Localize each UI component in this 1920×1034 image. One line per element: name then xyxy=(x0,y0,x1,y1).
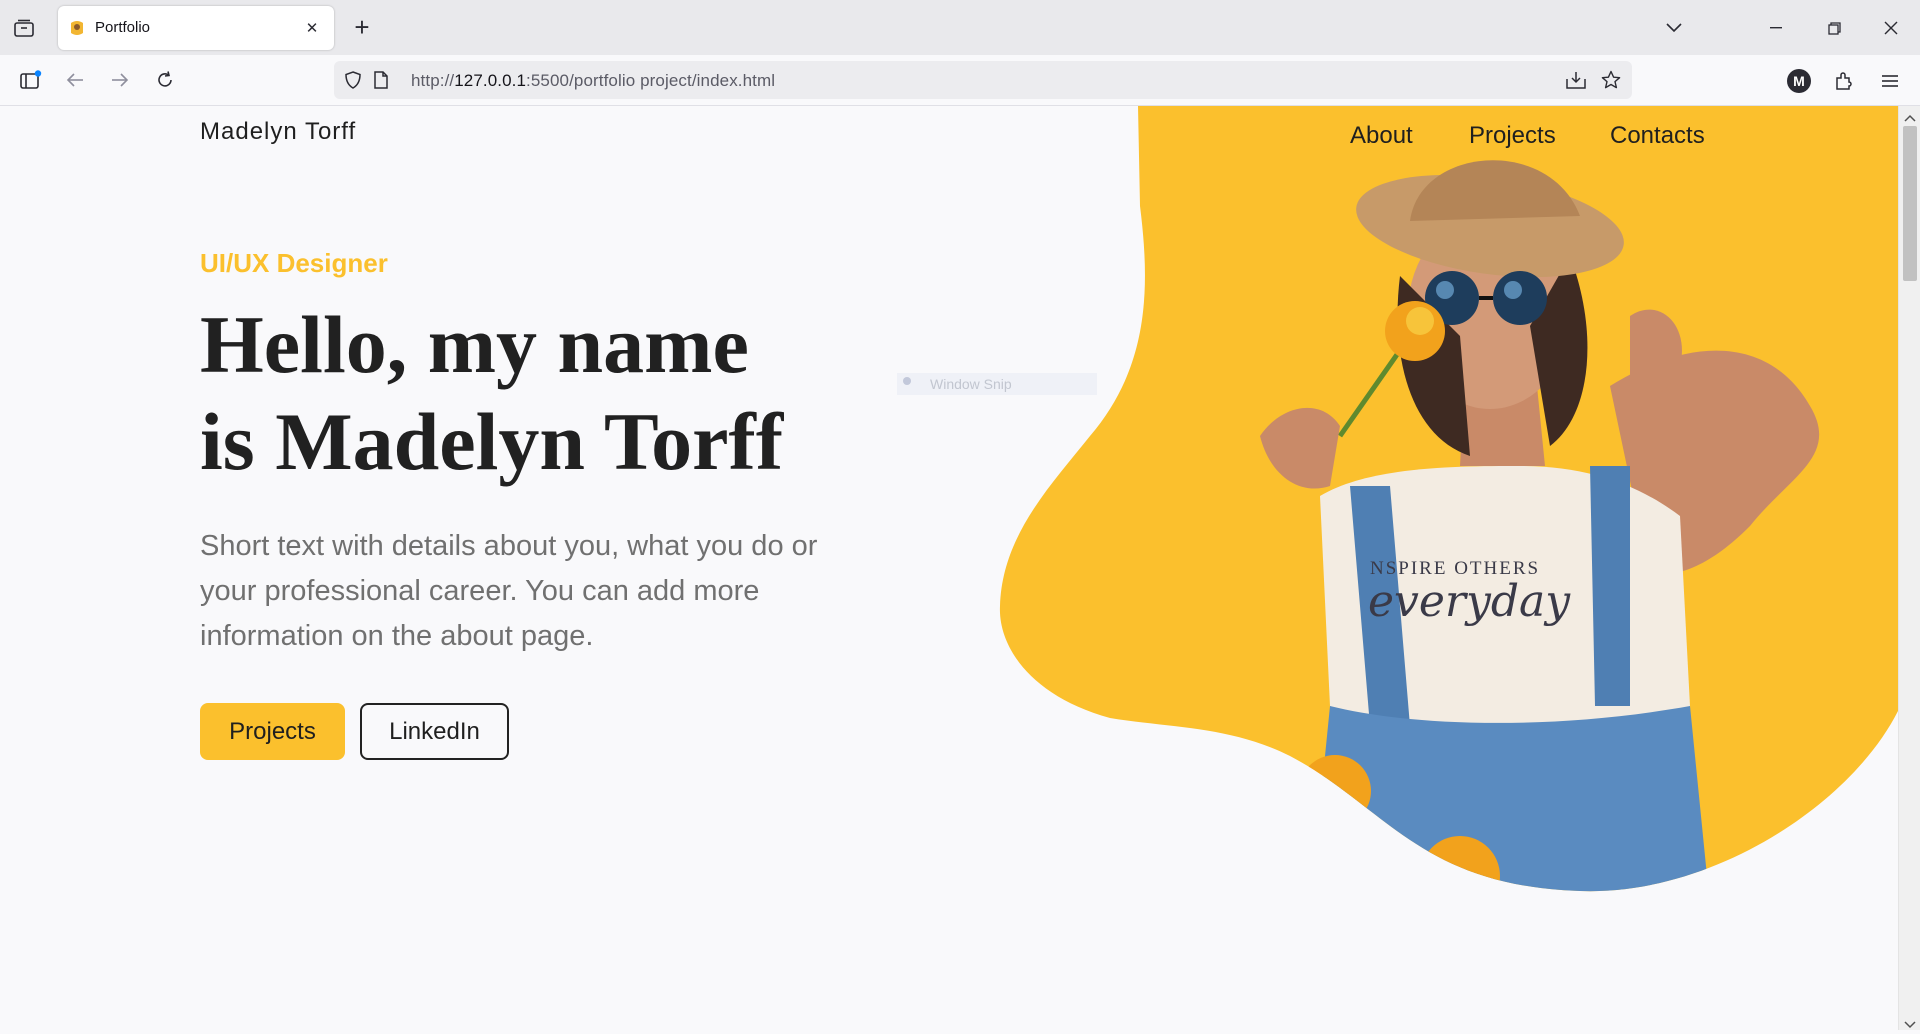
back-icon[interactable] xyxy=(60,65,90,95)
shield-icon[interactable] xyxy=(342,69,364,91)
tab-portfolio[interactable]: Portfolio ✕ xyxy=(58,6,334,50)
url-prefix: http:// xyxy=(411,71,455,90)
restore-icon[interactable] xyxy=(1820,14,1848,42)
account-icon[interactable]: M xyxy=(1787,69,1811,93)
snip-icon xyxy=(903,377,911,385)
tab-list-icon[interactable] xyxy=(10,14,38,42)
window-snip-overlay: Window Snip xyxy=(897,373,1097,395)
projects-button[interactable]: Projects xyxy=(200,703,345,760)
tab-bar: Portfolio ✕ + xyxy=(0,0,1920,55)
hero-headline: Hello, my name is Madelyn Torff xyxy=(200,296,900,490)
snip-label: Window Snip xyxy=(930,376,1012,392)
url-path: :5500/portfolio project/index.html xyxy=(526,71,776,90)
scrollbar-thumb[interactable] xyxy=(1903,126,1917,281)
menu-icon[interactable] xyxy=(1876,67,1904,95)
list-all-tabs-icon[interactable] xyxy=(1660,14,1688,42)
page-icon[interactable] xyxy=(370,69,392,91)
nav-link-contacts[interactable]: Contacts xyxy=(1610,122,1705,150)
navigation-toolbar: http://127.0.0.1:5500/portfolio project/… xyxy=(0,55,1920,106)
headline-line-1: Hello, my name xyxy=(200,299,749,390)
intro-paragraph: Short text with details about you, what … xyxy=(200,530,818,652)
reload-icon[interactable] xyxy=(150,65,180,95)
account-initial: M xyxy=(1793,73,1805,89)
tab-close-icon[interactable]: ✕ xyxy=(302,18,322,38)
new-tab-icon[interactable]: + xyxy=(348,12,376,42)
brand-logo[interactable]: Madelyn Torff xyxy=(200,118,356,146)
url-host: 127.0.0.1 xyxy=(454,71,527,90)
scroll-down-icon[interactable] xyxy=(1904,1016,1916,1034)
nav-link-about[interactable]: About xyxy=(1350,122,1413,150)
page-viewport: NSPIRE OTHERS everyday Madelyn Torff Abo… xyxy=(0,106,1898,1030)
url-text[interactable]: http://127.0.0.1:5500/portfolio project/… xyxy=(411,71,775,91)
shirt-text-script: everyday xyxy=(1368,576,1571,627)
minimize-icon[interactable] xyxy=(1762,14,1790,42)
forward-icon[interactable] xyxy=(105,65,135,95)
extensions-icon[interactable] xyxy=(1830,67,1858,95)
hero-image: NSPIRE OTHERS everyday xyxy=(999,106,1898,892)
bookmark-star-icon[interactable] xyxy=(1599,69,1623,91)
download-icon[interactable] xyxy=(1564,69,1588,91)
headline-line-2: is Madelyn Torff xyxy=(200,396,784,487)
nav-link-projects[interactable]: Projects xyxy=(1469,122,1556,150)
sidebar-icon[interactable] xyxy=(16,65,46,95)
linkedin-button[interactable]: LinkedIn xyxy=(360,703,509,760)
page-scrollbar[interactable] xyxy=(1898,106,1920,1030)
favicon xyxy=(68,19,86,37)
address-bar[interactable]: http://127.0.0.1:5500/portfolio project/… xyxy=(334,61,1632,99)
tab-title: Portfolio xyxy=(95,19,151,36)
role-subtitle: UI/UX Designer xyxy=(200,248,388,278)
window-close-icon[interactable] xyxy=(1877,14,1905,42)
scroll-up-icon[interactable] xyxy=(1904,109,1916,127)
